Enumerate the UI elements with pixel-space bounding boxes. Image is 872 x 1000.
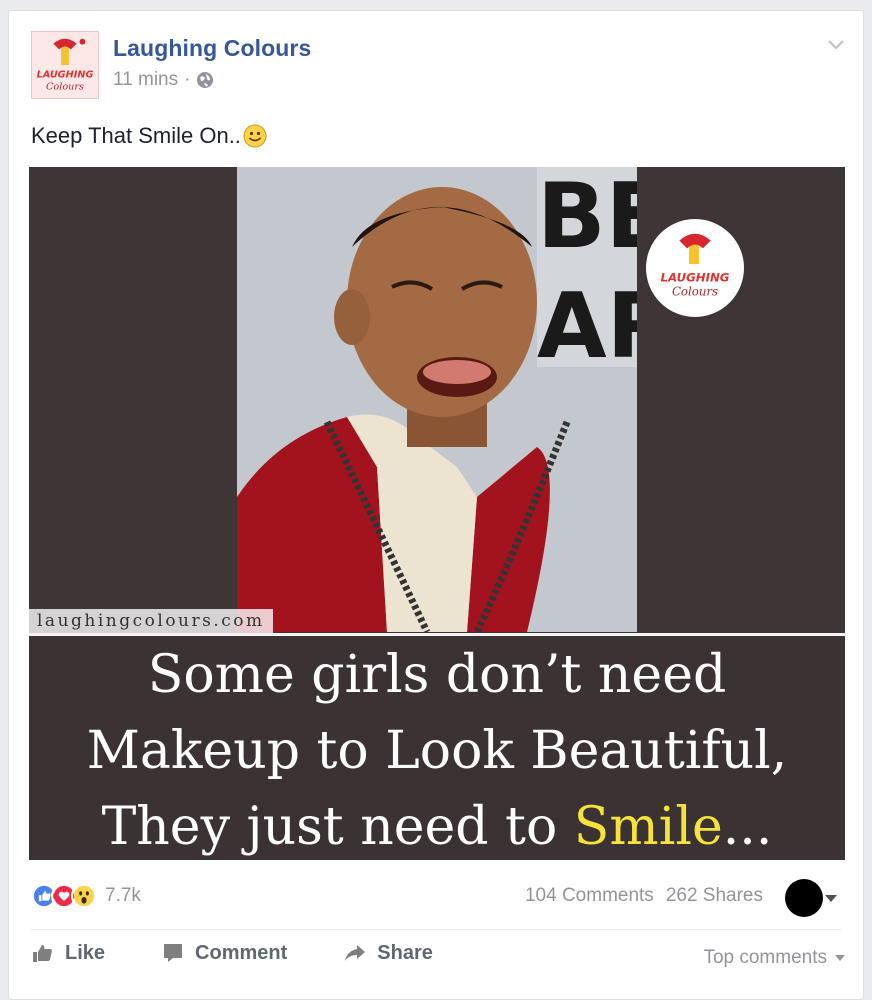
reaction-count[interactable]: 7.7k	[105, 885, 141, 907]
page-avatar[interactable]: LAUGHING Colours	[31, 31, 99, 99]
page-name-link[interactable]: Laughing Colours	[113, 35, 311, 62]
comment-label: Comment	[195, 941, 288, 964]
meme-ellipsis: ...	[722, 797, 773, 857]
comments-count[interactable]: 104 Comments	[525, 885, 654, 907]
post-stats: 104 Comments 262 Shares	[525, 885, 763, 907]
badge-logo-text-1: LAUGHING	[661, 271, 730, 285]
post-actions: Like Comment Share	[31, 941, 489, 965]
svg-text:Colours: Colours	[46, 81, 84, 92]
actions-divider	[31, 929, 841, 930]
wow-icon	[71, 883, 97, 909]
reactions-summary[interactable]: 7.7k	[31, 883, 141, 909]
profile-chooser[interactable]	[785, 879, 837, 917]
comment-button[interactable]: Comment	[161, 941, 287, 965]
meme-highlight: Smile	[573, 797, 723, 857]
meme-line-2: Makeup to Look Beautiful,	[86, 721, 788, 781]
meta-separator: ·	[184, 69, 191, 90]
share-button[interactable]: Share	[343, 941, 433, 965]
svg-text:LAUGHING: LAUGHING	[37, 70, 94, 81]
meme-line-3: They just need to Smile...	[29, 789, 845, 865]
share-label: Share	[377, 941, 433, 964]
caret-down-icon	[825, 894, 837, 902]
svg-text:AR: AR	[537, 274, 637, 379]
thumbs-up-icon	[33, 945, 52, 962]
profile-avatar	[785, 879, 823, 917]
post-time[interactable]: 11 mins	[113, 69, 178, 91]
laughing-colours-badge: LAUGHING Colours	[644, 217, 746, 319]
post-meta: 11 mins ·	[113, 69, 214, 91]
svg-text:BE: BE	[537, 167, 637, 269]
shares-count[interactable]: 262 Shares	[666, 885, 763, 907]
sort-label: Top comments	[703, 947, 827, 968]
laughing-colours-logo: LAUGHING Colours	[32, 32, 98, 98]
smiley-icon	[243, 124, 267, 148]
globe-icon[interactable]	[196, 71, 214, 89]
meme-text: Some girls don’t need Makeup to Look Bea…	[29, 637, 845, 860]
comment-icon	[164, 944, 183, 962]
chevron-down-icon[interactable]	[825, 33, 847, 55]
caret-down-icon	[835, 955, 845, 961]
post-image[interactable]: BE AR LAUGHING Colours	[29, 167, 845, 860]
meme-photo: BE AR	[237, 167, 637, 632]
meme-line-3-text: They just need to	[101, 797, 574, 857]
badge-logo-text-2: Colours	[672, 284, 718, 298]
meme-line-1: Some girls don’t need	[147, 645, 727, 705]
like-button[interactable]: Like	[31, 941, 105, 965]
post-card: LAUGHING Colours Laughing Colours 11 min…	[8, 10, 864, 1000]
share-arrow-icon	[345, 945, 366, 961]
like-label: Like	[65, 941, 106, 964]
caption-text: Keep That Smile On..	[31, 123, 241, 148]
top-comments-dropdown[interactable]: Top comments	[703, 947, 845, 969]
post-caption: Keep That Smile On..	[31, 123, 267, 149]
watermark: laughingcolours.com	[29, 609, 273, 633]
image-divider	[29, 633, 845, 636]
